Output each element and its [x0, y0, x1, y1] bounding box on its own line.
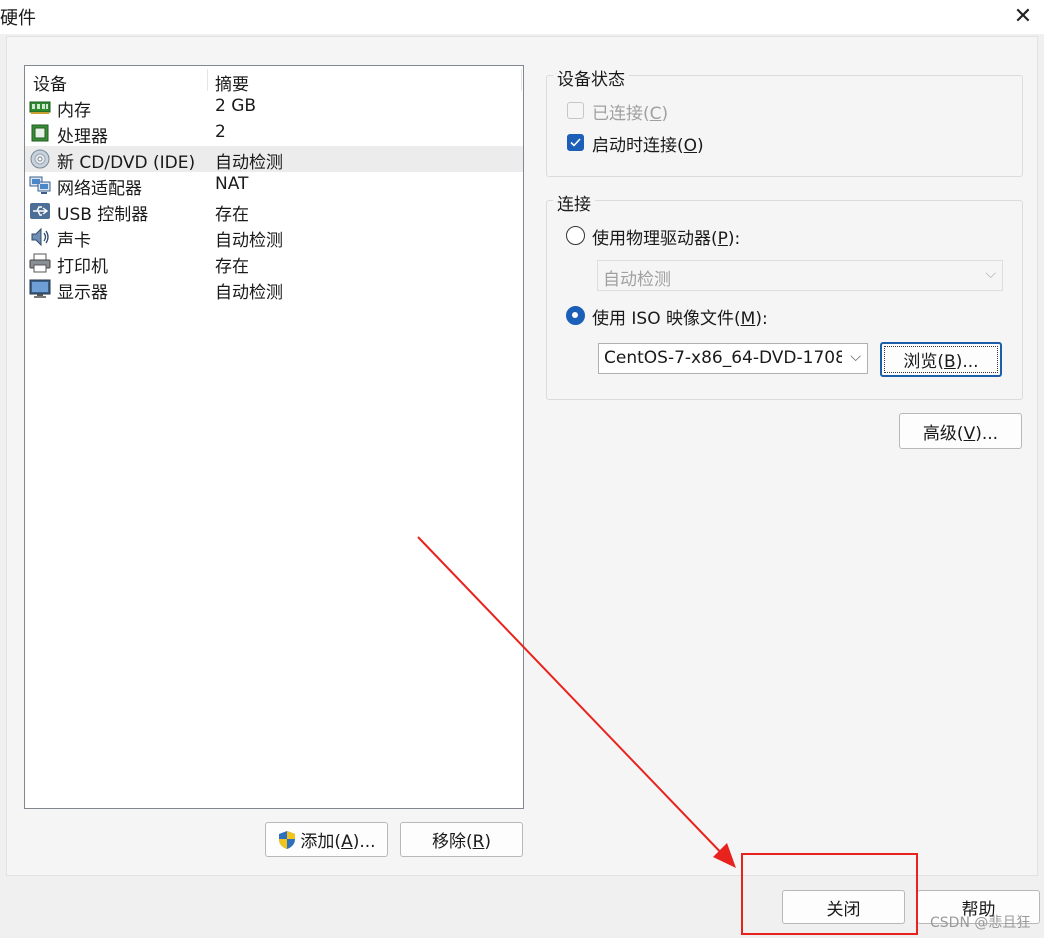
annotation-arrow: [417, 536, 736, 868]
annotation-highlight-box: [741, 853, 918, 935]
watermark: CSDN @悲且狂: [930, 915, 1031, 931]
